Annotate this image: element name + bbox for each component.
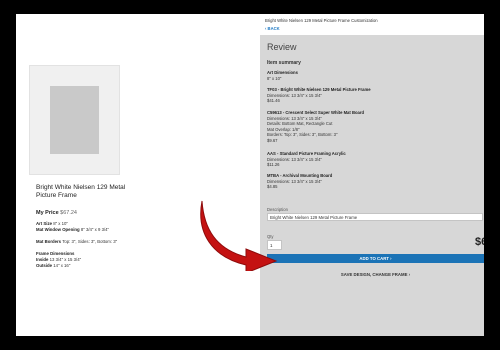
art-preview <box>50 86 99 154</box>
item-line: 8" x 10" <box>267 75 282 81</box>
spec-label: Outside <box>36 263 52 268</box>
spec-inside: Inside 13 3/4" x 15 3/4" <box>36 257 136 262</box>
frame-preview <box>29 65 120 175</box>
spec-value: Top: 3", Sides: 3", Bottom: 3" <box>62 239 118 244</box>
breadcrumb: Bright White Nielsen 129 Metal Picture F… <box>265 18 378 23</box>
spec-label: Inside <box>36 257 49 262</box>
summary-heading: Item summary <box>267 60 301 66</box>
spec-mat-window: Mat Window Opening 8" 3/4" x 9 3/4" <box>36 227 136 232</box>
summary-item: TF03 - Bright White Nielsen 129 Metal Pi… <box>267 87 467 104</box>
summary-item: AAS - Standard Picture Framing Acrylic D… <box>267 151 467 168</box>
spec-label: Mat Window Opening <box>36 227 80 232</box>
spec-label: Mat Borders <box>36 239 62 244</box>
description-input[interactable]: Bright White Nielsen 129 Metal Picture F… <box>267 213 483 221</box>
summary-item: C59613 - Crescent Select Super White Mat… <box>267 110 467 144</box>
spec-value: 13 3/4" x 15 3/4" <box>49 257 82 262</box>
item-price: $9.67 <box>267 137 278 143</box>
screenshot-frame: Bright White Nielsen 129 Metal Picture F… <box>16 14 484 336</box>
product-column: Bright White Nielsen 129 Metal Picture F… <box>16 14 260 336</box>
product-title: Bright White Nielsen 129 Metal Picture F… <box>36 184 126 199</box>
summary-item: MTBA - Archival Mounting Board Dimension… <box>267 173 467 190</box>
panel-topbar: Bright White Nielsen 129 Metal Picture F… <box>260 14 484 35</box>
review-panel: Bright White Nielsen 129 Metal Picture F… <box>260 14 484 336</box>
item-price: $41.46 <box>267 98 280 104</box>
spec-art-size: Art Size 8" x 10" <box>36 221 136 226</box>
spec-frame-dimensions: Frame Dimensions <box>36 251 136 256</box>
add-to-cart-button[interactable]: ADD TO CART › <box>267 254 484 263</box>
spec-outside: Outside 14" x 16" <box>36 263 136 268</box>
red-arrow-icon <box>200 200 278 271</box>
spec-value: 14" x 16" <box>53 263 71 268</box>
spec-mat-borders: Mat Borders Top: 3", Sides: 3", Bottom: … <box>36 239 136 244</box>
total-price: $6 <box>475 236 484 248</box>
spec-label: Frame Dimensions <box>36 251 75 256</box>
item-price: $11.26 <box>267 162 280 168</box>
summary-item: Art Dimensions 8" x 10" <box>267 70 467 81</box>
save-design-link[interactable]: SAVE DESIGN, CHANGE FRAME › <box>267 270 484 279</box>
price-label: My Price <box>36 210 59 216</box>
back-link[interactable]: ‹ BACK <box>265 26 280 31</box>
spec-label: Art Size <box>36 221 52 226</box>
page-title: Review <box>267 42 297 52</box>
spec-value: 8" x 10" <box>53 221 68 226</box>
item-price: $4.85 <box>267 184 278 190</box>
price-value: $67.24 <box>60 210 77 216</box>
spec-value: 8" 3/4" x 9 3/4" <box>80 227 110 232</box>
product-price: My Price $67.24 <box>36 210 77 216</box>
